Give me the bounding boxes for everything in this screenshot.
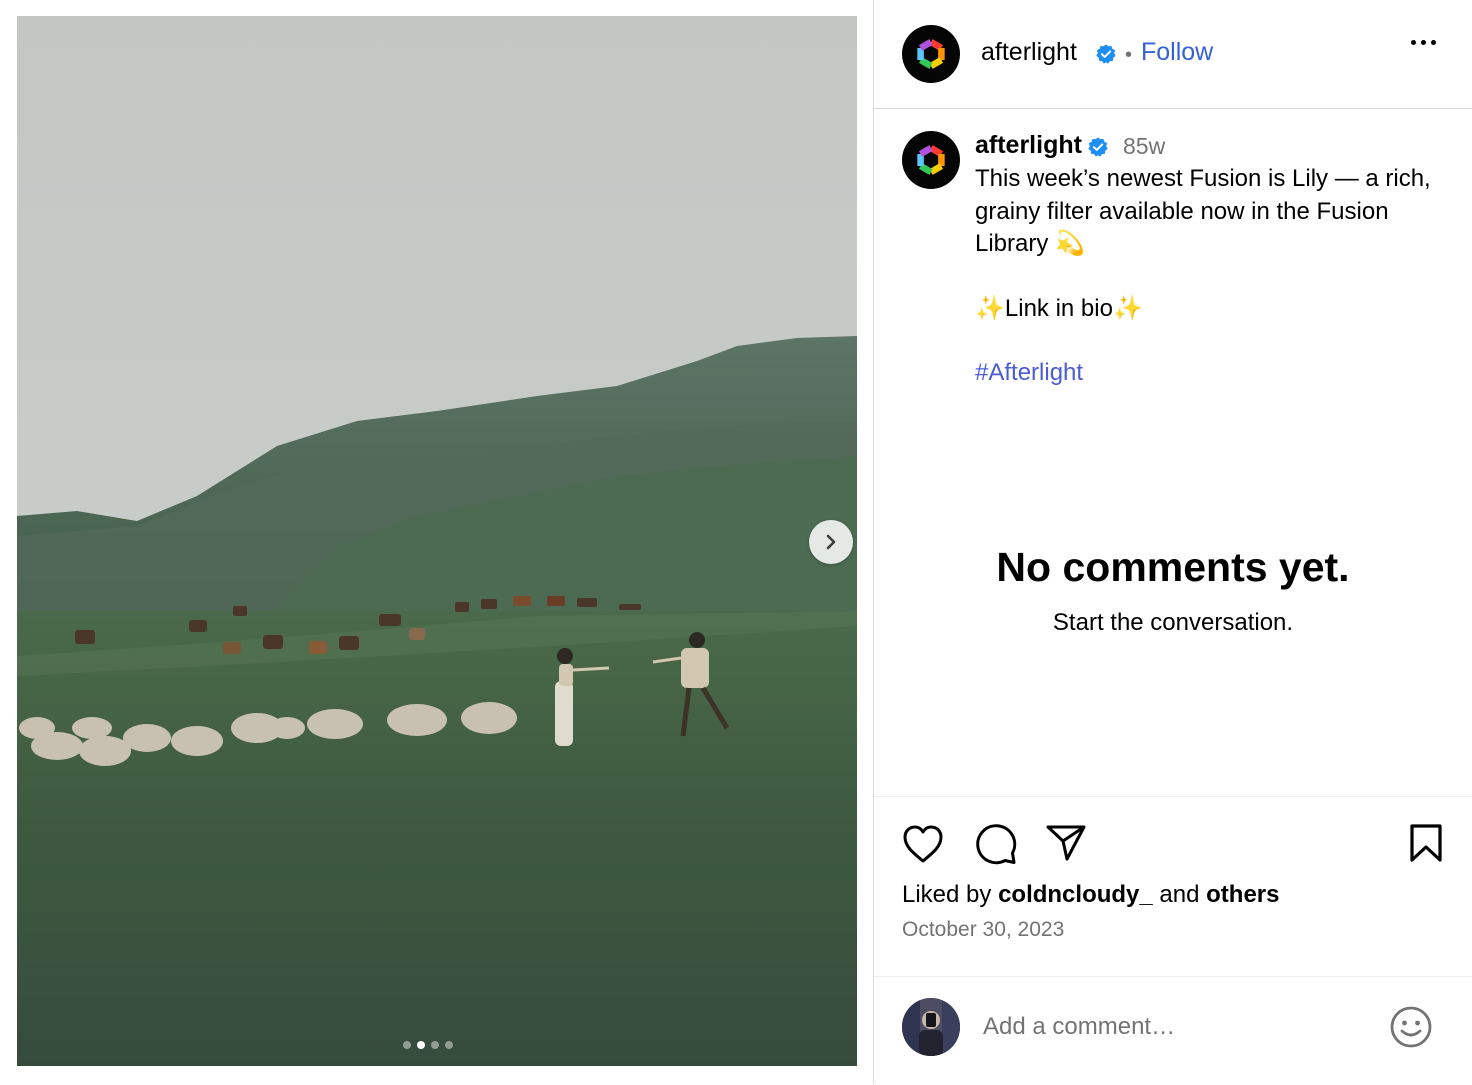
- share-icon[interactable]: [1045, 823, 1087, 863]
- caption-username[interactable]: afterlight: [975, 131, 1082, 160]
- post-media-carousel[interactable]: [17, 16, 857, 1066]
- comment-icon[interactable]: [974, 822, 1018, 866]
- liked-and: and: [1159, 881, 1200, 908]
- chevron-right-icon: [826, 534, 836, 550]
- afterlight-logo-icon: [917, 145, 945, 175]
- actions-divider: [874, 796, 1472, 797]
- post-timestamp[interactable]: 85w: [1123, 133, 1165, 160]
- comment-input[interactable]: [983, 1009, 1363, 1045]
- liked-prefix: Liked by: [902, 881, 992, 908]
- carousel-next-button[interactable]: [809, 520, 853, 564]
- bookmark-icon[interactable]: [1409, 823, 1443, 863]
- comment-composer: [874, 976, 1472, 1085]
- no-comments-subtitle: Start the conversation.: [1052, 609, 1294, 636]
- verified-icon: [1096, 44, 1116, 64]
- afterlight-logo-icon: [917, 39, 945, 69]
- caption-avatar[interactable]: [902, 131, 960, 189]
- liked-others-link[interactable]: others: [1206, 881, 1279, 908]
- avatar[interactable]: [902, 25, 960, 83]
- hashtag-link[interactable]: #Afterlight: [975, 359, 1083, 387]
- follow-button[interactable]: Follow: [1141, 38, 1213, 67]
- emoji-icon[interactable]: [1389, 1005, 1433, 1049]
- caption-link-in-bio: ✨Link in bio✨: [975, 295, 1143, 322]
- caption-text: This week’s newest Fusion is Lily — a ri…: [975, 165, 1438, 257]
- current-user-avatar: [902, 998, 960, 1056]
- heart-icon[interactable]: [902, 824, 944, 864]
- liked-by-summary: Liked by coldncloudy_ and others: [902, 881, 1280, 909]
- carousel-indicator: [403, 1041, 453, 1049]
- carousel-dot: [445, 1041, 453, 1049]
- carousel-dot: [431, 1041, 439, 1049]
- separator-dot: •: [1125, 44, 1133, 66]
- verified-icon: [1088, 137, 1108, 157]
- more-options-icon[interactable]: [1411, 40, 1436, 45]
- carousel-dot: [403, 1041, 411, 1049]
- post-photo: [17, 16, 857, 1066]
- liked-by-user-link[interactable]: coldncloudy_: [998, 881, 1153, 908]
- carousel-dot-active: [417, 1041, 425, 1049]
- post-header: afterlight • Follow: [874, 0, 1472, 109]
- avatar: [902, 998, 960, 1056]
- post-date[interactable]: October 30, 2023: [902, 918, 1064, 942]
- no-comments-title: No comments yet.: [996, 544, 1350, 590]
- post-side-panel: afterlight • Follow afterlight 85w This …: [874, 0, 1472, 1084]
- account-username[interactable]: afterlight: [981, 38, 1077, 67]
